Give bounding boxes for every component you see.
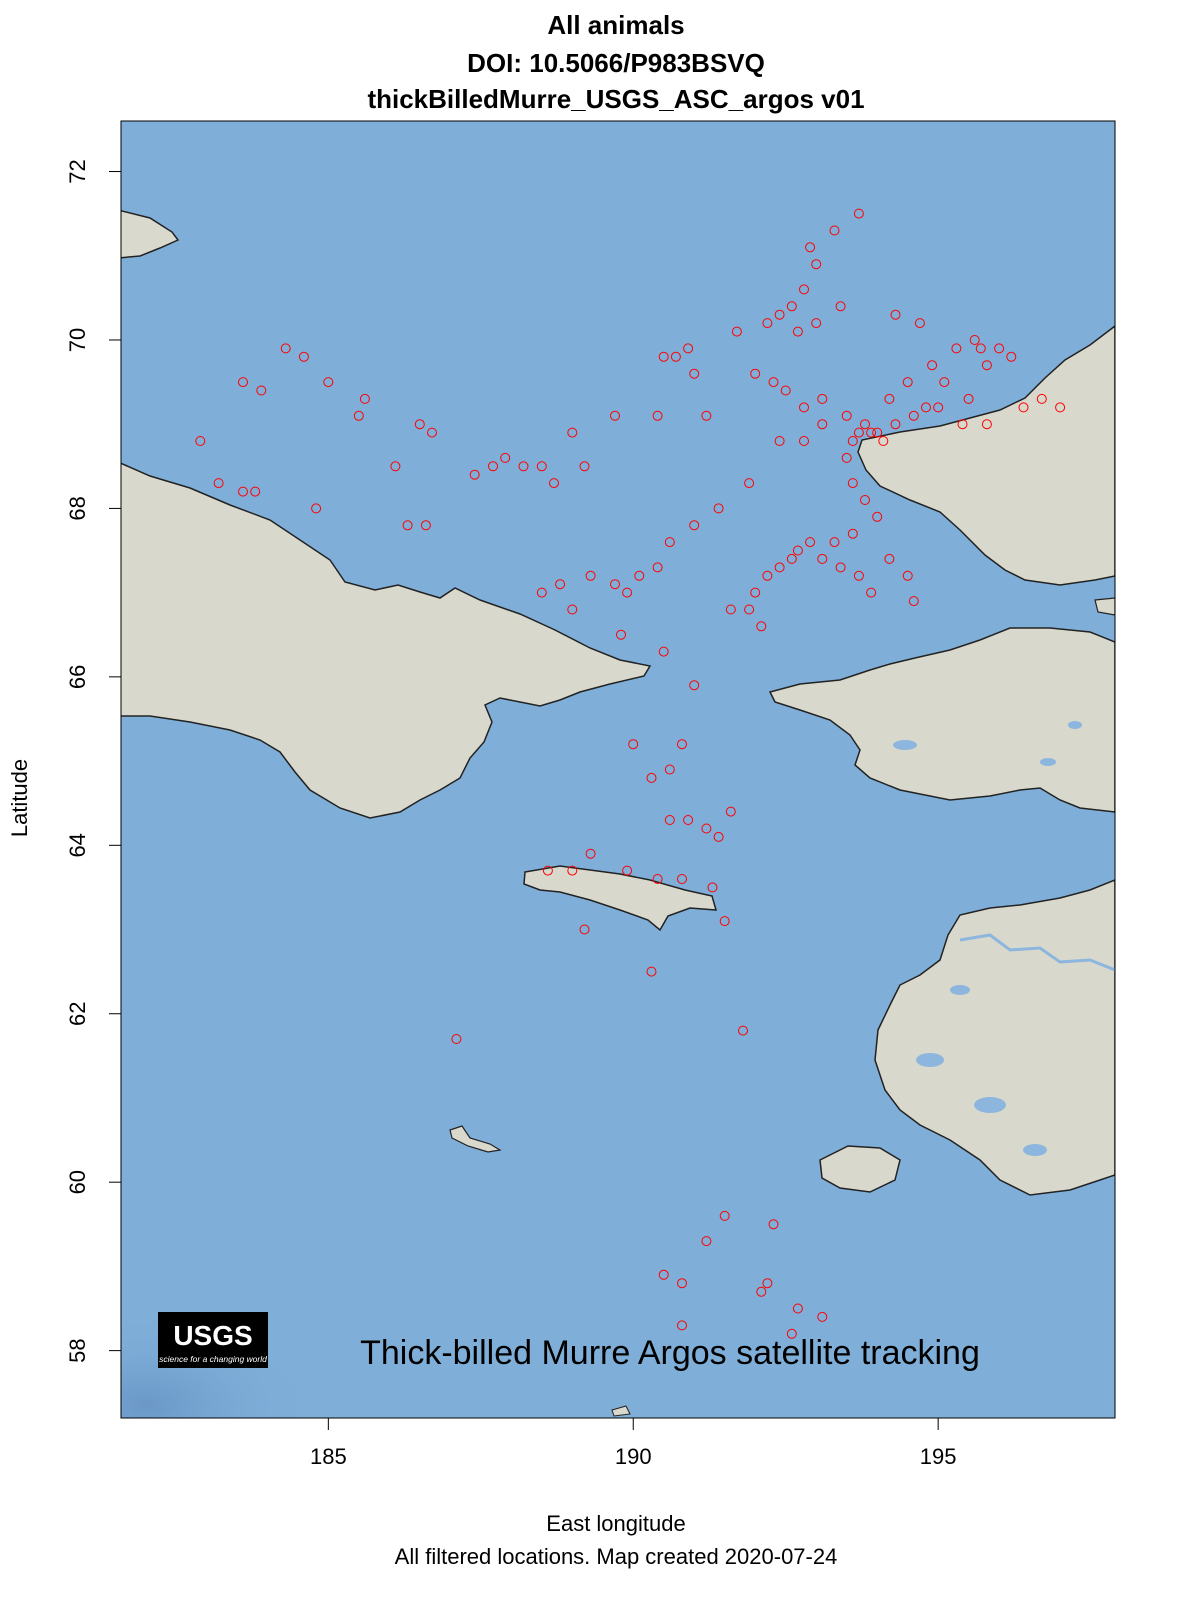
- y-tick-label: 70: [65, 328, 90, 352]
- y-tick-label: 62: [65, 1001, 90, 1025]
- lake-delta-2: [974, 1097, 1006, 1113]
- y-tick-label: 60: [65, 1170, 90, 1194]
- y-tick-label: 72: [65, 159, 90, 183]
- lake-seward-1: [893, 740, 917, 750]
- lake-seward-2: [1040, 758, 1056, 766]
- lake-delta-4: [950, 985, 970, 995]
- usgs-logo: USGS science for a changing world: [158, 1312, 268, 1368]
- y-tick-label: 58: [65, 1338, 90, 1362]
- usgs-logo-tagline: science for a changing world: [159, 1354, 267, 1364]
- y-axis-label: Latitude: [7, 758, 32, 838]
- footer-caption: All filtered locations. Map created 2020…: [394, 1544, 838, 1569]
- deep-water-shading: [121, 1150, 621, 1418]
- x-tick-label: 185: [310, 1444, 347, 1469]
- basemap: USGS science for a changing world Thick-…: [121, 121, 1115, 1418]
- y-axis: 58 60 62 64 66 68 70 72: [65, 159, 121, 1363]
- land-kotzebue-shore: [1094, 597, 1115, 616]
- usgs-logo-wordmark: USGS: [173, 1320, 252, 1351]
- map-caption: Thick-billed Murre Argos satellite track…: [360, 1334, 980, 1372]
- y-tick-label: 66: [65, 665, 90, 689]
- y-tick-label: 64: [65, 833, 90, 857]
- x-tick-label: 195: [920, 1444, 957, 1469]
- x-axis: 185 190 195: [310, 1418, 957, 1469]
- lake-delta-3: [1023, 1144, 1047, 1156]
- x-axis-label: East longitude: [546, 1511, 686, 1536]
- map-plot: USGS science for a changing world Thick-…: [65, 120, 1116, 1469]
- y-tick-label: 68: [65, 496, 90, 520]
- lake-delta-1: [916, 1053, 944, 1067]
- lake-seward-3: [1068, 721, 1082, 729]
- x-tick-label: 190: [615, 1444, 652, 1469]
